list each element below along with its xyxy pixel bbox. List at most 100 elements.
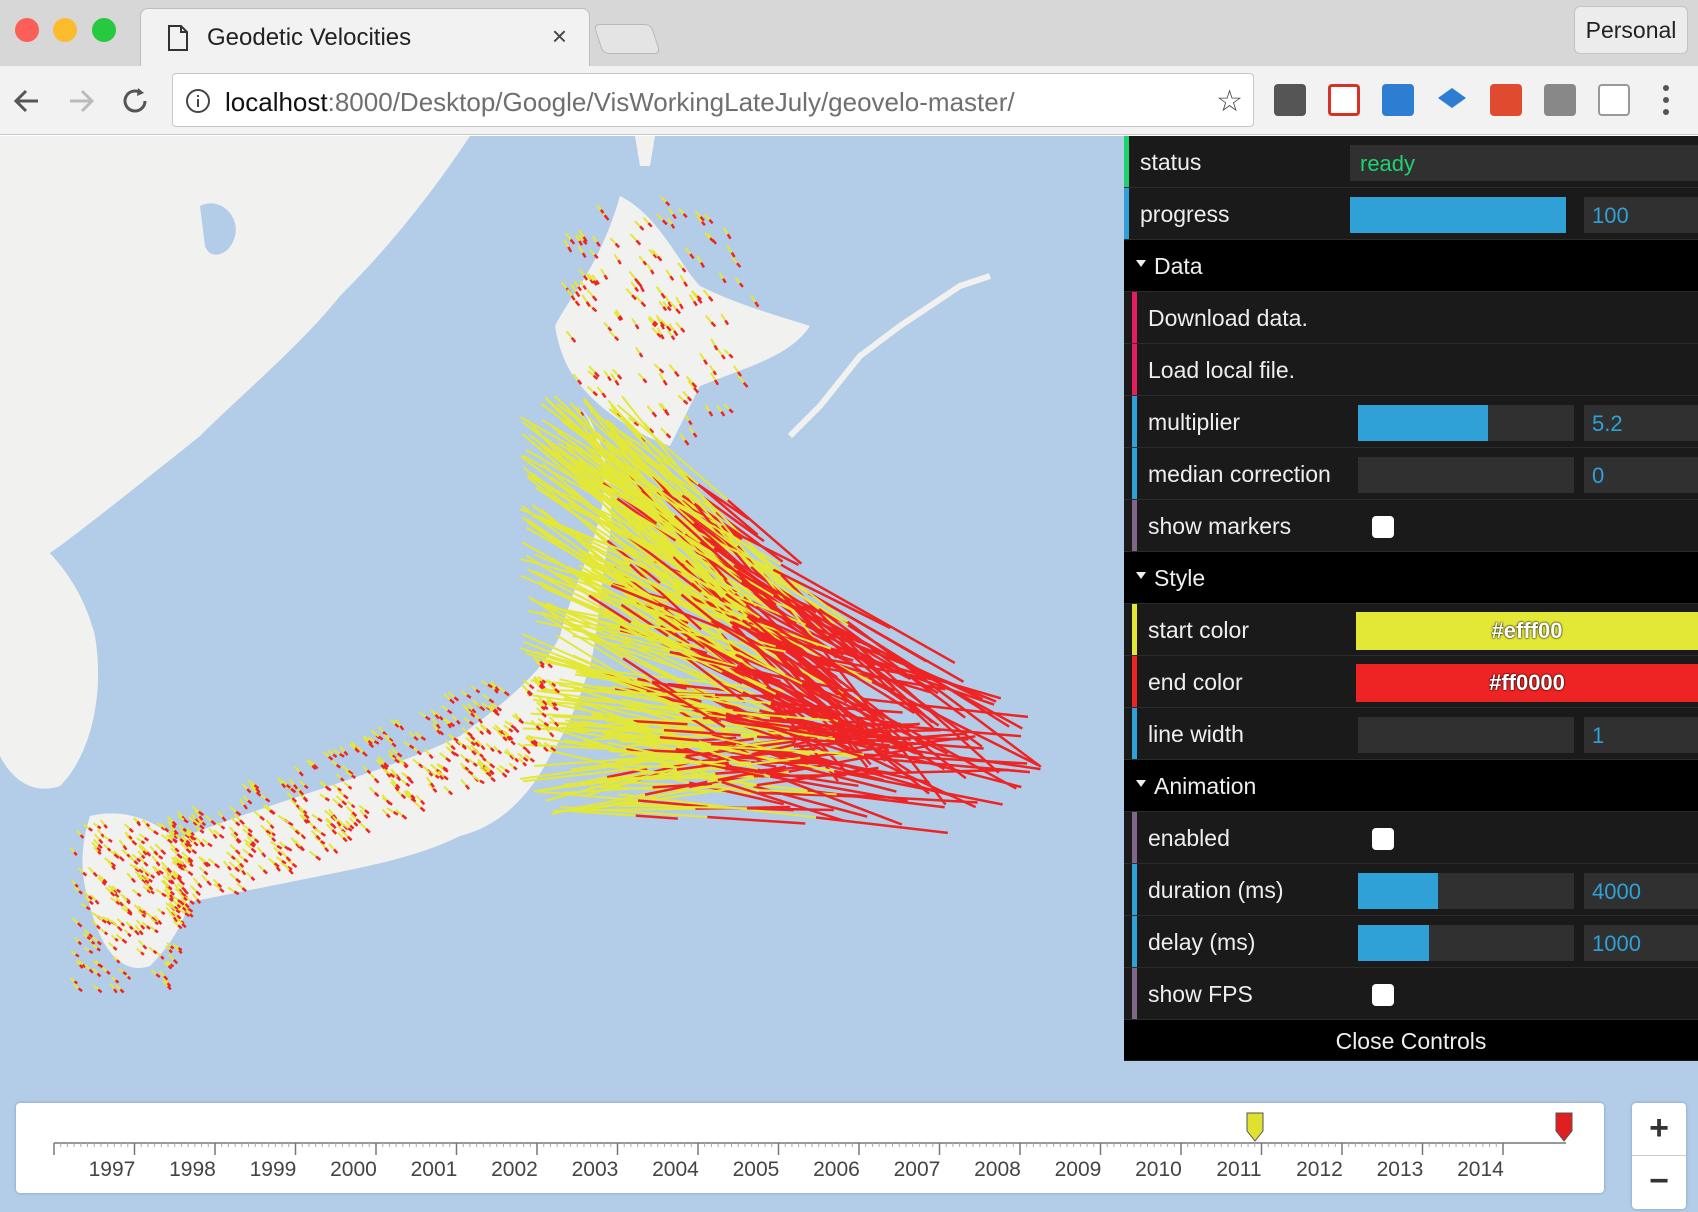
- timeline-year-label: 2011: [1216, 1158, 1261, 1181]
- show-fps-row: show FPS: [1124, 968, 1698, 1020]
- timeline-year-label: 2005: [733, 1158, 780, 1181]
- line-width-row: line width 1: [1124, 708, 1698, 760]
- window-close-button[interactable]: [15, 18, 39, 42]
- delay-row: delay (ms) 1000: [1124, 916, 1698, 968]
- new-tab-button[interactable]: [593, 24, 661, 54]
- adblock-icon[interactable]: [1544, 84, 1576, 116]
- progress-label: progress: [1140, 201, 1230, 227]
- progress-value[interactable]: 100: [1584, 197, 1698, 233]
- page-icon: [167, 25, 189, 56]
- line-width-value[interactable]: 1: [1584, 717, 1698, 753]
- reload-icon[interactable]: [116, 82, 154, 120]
- browser-tab-active[interactable]: Geodetic Velocities ×: [140, 8, 590, 66]
- download-data-row[interactable]: Download data.: [1124, 292, 1698, 344]
- calendar-2d-icon[interactable]: [1382, 84, 1414, 116]
- enabled-row-marker: [1132, 812, 1137, 863]
- back-arrow-icon[interactable]: [8, 82, 46, 120]
- timeline-year-label: 2004: [652, 1158, 699, 1181]
- timeline-year-label: 2001: [411, 1158, 458, 1181]
- start-color-swatch[interactable]: #efff00: [1356, 612, 1698, 650]
- layers-icon[interactable]: [1436, 84, 1468, 116]
- download-data-button[interactable]: Download data.: [1148, 305, 1308, 332]
- style-folder-header[interactable]: Style: [1124, 552, 1698, 604]
- progress-slider[interactable]: [1350, 197, 1566, 233]
- start-color-row-marker: [1132, 604, 1137, 655]
- load-row-marker: [1132, 344, 1137, 395]
- zoom-control: + −: [1632, 1103, 1686, 1209]
- enabled-checkbox[interactable]: [1372, 828, 1394, 850]
- timeline-year-label: 2007: [894, 1158, 941, 1181]
- todoist-icon[interactable]: [1490, 84, 1522, 116]
- progress-slider-fill: [1350, 197, 1566, 233]
- line-width-row-marker: [1132, 708, 1137, 759]
- timeline-year-label: 2002: [491, 1158, 538, 1181]
- animation-folder-label: Animation: [1154, 773, 1257, 799]
- multiplier-value[interactable]: 5.2: [1584, 405, 1698, 441]
- tab-close-icon[interactable]: ×: [552, 21, 567, 52]
- multiplier-slider-fill: [1358, 405, 1488, 441]
- delay-value[interactable]: 1000: [1584, 925, 1698, 961]
- median-correction-label: median correction: [1148, 461, 1331, 487]
- duration-row-marker: [1132, 864, 1137, 915]
- delay-label: delay (ms): [1148, 929, 1256, 955]
- zoom-out-button[interactable]: −: [1632, 1156, 1686, 1209]
- delay-slider-fill: [1358, 925, 1430, 961]
- end-color-label: end color: [1148, 669, 1243, 695]
- close-controls-button[interactable]: Close Controls: [1124, 1020, 1698, 1060]
- enabled-label: enabled: [1148, 825, 1230, 851]
- line-width-label: line width: [1148, 721, 1244, 747]
- timeline-year-label: 2003: [572, 1158, 619, 1181]
- show-fps-row-marker: [1132, 968, 1137, 1019]
- timeline-year-label: 1998: [169, 1158, 216, 1181]
- caret-down-icon: [1136, 260, 1146, 267]
- forward-arrow-icon[interactable]: [62, 82, 100, 120]
- data-folder-header[interactable]: Data: [1124, 240, 1698, 292]
- menu-dots-icon[interactable]: [1660, 82, 1672, 118]
- timeline-year-label: 2006: [813, 1158, 860, 1181]
- show-markers-label: show markers: [1148, 513, 1292, 539]
- show-markers-row: show markers: [1124, 500, 1698, 552]
- timeline-start-marker[interactable]: [1246, 1112, 1264, 1142]
- enabled-row: enabled: [1124, 812, 1698, 864]
- status-row-marker: [1124, 136, 1129, 187]
- timeline-year-label: 1997: [89, 1158, 136, 1181]
- load-local-file-button[interactable]: Load local file.: [1148, 357, 1295, 384]
- show-fps-checkbox[interactable]: [1372, 984, 1394, 1006]
- info-icon[interactable]: [185, 88, 211, 114]
- delay-slider[interactable]: [1358, 925, 1574, 961]
- document-icon[interactable]: [1598, 84, 1630, 116]
- caret-down-icon: [1136, 572, 1146, 579]
- download-row-marker: [1132, 292, 1137, 343]
- duration-row: duration (ms) 4000: [1124, 864, 1698, 916]
- duration-slider[interactable]: [1358, 873, 1574, 909]
- show-markers-checkbox[interactable]: [1372, 516, 1394, 538]
- end-color-row-marker: [1132, 656, 1137, 707]
- median-correction-slider[interactable]: [1358, 457, 1574, 493]
- address-bar[interactable]: localhost:8000/Desktop/Google/VisWorking…: [172, 73, 1254, 127]
- style-folder-label: Style: [1154, 565, 1206, 591]
- bookmark-star-icon[interactable]: ☆: [1216, 84, 1243, 119]
- data-folder-label: Data: [1154, 253, 1203, 279]
- caret-down-icon: [1136, 780, 1146, 787]
- url-host: localhost: [225, 87, 328, 117]
- profile-button[interactable]: Personal: [1574, 6, 1688, 54]
- gmail-icon[interactable]: [1328, 84, 1360, 116]
- median-correction-value[interactable]: 0: [1584, 457, 1698, 493]
- url-path: :8000/Desktop/Google/VisWorkingLateJuly/…: [327, 87, 1015, 117]
- animation-folder-header[interactable]: Animation: [1124, 760, 1698, 812]
- line-width-slider[interactable]: [1358, 717, 1574, 753]
- timeline[interactable]: 1997 1998 1999 2000 2001 2002 2003 2004 2005 2006…: [16, 1103, 1604, 1193]
- multiplier-slider[interactable]: [1358, 405, 1574, 441]
- timeline-year-label: 1999: [250, 1158, 297, 1181]
- window-maximize-button[interactable]: [92, 18, 116, 42]
- load-local-file-row[interactable]: Load local file.: [1124, 344, 1698, 396]
- extension-m-icon[interactable]: [1274, 84, 1306, 116]
- window-minimize-button[interactable]: [53, 18, 77, 42]
- sakhalin-landmass: [635, 136, 655, 166]
- timeline-end-marker[interactable]: [1555, 1112, 1573, 1142]
- end-color-swatch[interactable]: #ff0000: [1356, 664, 1698, 702]
- show-markers-row-marker: [1132, 500, 1137, 551]
- duration-value[interactable]: 4000: [1584, 873, 1698, 909]
- zoom-in-button[interactable]: +: [1632, 1103, 1686, 1156]
- asia-landmass: [0, 136, 470, 606]
